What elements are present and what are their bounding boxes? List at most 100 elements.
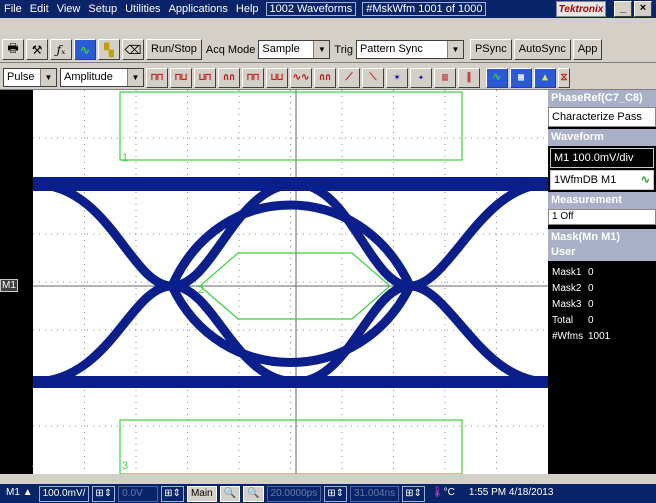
- pulse-mean-icon[interactable]: ⊓⊓: [242, 67, 264, 88]
- measurement-title: Measurement: [548, 192, 656, 209]
- status-position[interactable]: 20.0000ps: [266, 485, 322, 502]
- menu-utilities[interactable]: Utilities: [121, 3, 164, 15]
- zoom-view-icon[interactable]: ⧖: [558, 67, 570, 88]
- mask-row-total: Total 0: [548, 313, 656, 329]
- menu-edit[interactable]: Edit: [26, 3, 53, 15]
- waveform-view-icon[interactable]: ∿: [486, 67, 508, 88]
- menu-applications[interactable]: Applications: [165, 3, 232, 15]
- pulse-rms-icon[interactable]: ∿∿: [290, 67, 312, 88]
- mask-row-value: 0: [588, 267, 594, 278]
- zoom-in-icon[interactable]: 🔍: [219, 485, 241, 502]
- channel-marker[interactable]: M1: [0, 279, 18, 292]
- tools-icon[interactable]: ⚒: [26, 39, 48, 60]
- pulse-min-icon[interactable]: ⊔⊔: [266, 67, 288, 88]
- temp-unit: °C: [443, 486, 455, 498]
- mask-row-wfms: #Wfms 1001: [548, 329, 656, 345]
- right-panel: PhaseRef(C7_C8) Characterize Pass Wavefo…: [548, 90, 656, 474]
- position-spin-icon[interactable]: ⊞⇕: [324, 485, 348, 502]
- scale-spin-icon[interactable]: ⊞⇕: [92, 485, 116, 502]
- mask-row-1: Mask1 0: [548, 265, 656, 281]
- mask-waveform-count: #MskWfm 1001 of 1000: [362, 2, 487, 16]
- zoom-out-icon[interactable]: 🔍: [243, 485, 264, 502]
- histogram-icon[interactable]: ▥: [434, 67, 456, 88]
- trig-label: Trig: [334, 43, 353, 56]
- status-horiz[interactable]: 31.004ns: [350, 485, 400, 502]
- chevron-down-icon: ▼: [313, 41, 330, 58]
- eye-width-icon[interactable]: ✦: [410, 67, 432, 88]
- trig-select[interactable]: Pattern Sync ▼: [355, 40, 464, 59]
- menu-setup[interactable]: Setup: [84, 3, 121, 15]
- mask-user: User: [548, 246, 656, 261]
- wfmdb-label: 1WfmDB M1: [554, 174, 617, 186]
- pulse-value: Pulse: [7, 71, 35, 83]
- mask-row-label: Mask3: [552, 299, 582, 310]
- pulse-high-icon[interactable]: ⊓⊓: [146, 67, 168, 88]
- mask-row-2: Mask2 0: [548, 281, 656, 297]
- status-channel[interactable]: M1 ▲: [3, 486, 36, 502]
- main-timebase-button[interactable]: Main: [186, 485, 217, 502]
- eraser-icon[interactable]: ⌫: [122, 39, 144, 60]
- top-voltage-label: 500.0mV: [36, 98, 81, 110]
- mask-row-value: 0: [588, 315, 594, 326]
- acq-mode-select[interactable]: Sample ▼: [258, 40, 331, 59]
- print-icon[interactable]: 🖶: [2, 39, 24, 60]
- eye-diagram-graticule: [32, 90, 548, 474]
- mask-row-value: 0: [588, 299, 594, 310]
- waveform-count: 1002 Waveforms: [265, 2, 357, 16]
- mask-title: Mask(Mn M1): [548, 229, 656, 246]
- status-channel-label: M1: [6, 486, 20, 498]
- menu-file[interactable]: File: [0, 3, 26, 15]
- measurement-selector[interactable]: 1 Off: [548, 209, 656, 225]
- pulse-amplitude-icon[interactable]: ⊓⊔: [170, 67, 192, 88]
- mask-view-icon[interactable]: ▲: [534, 67, 556, 88]
- brand-logo: Tektronix: [556, 1, 606, 17]
- pulse-mid-icon[interactable]: ∩∩: [218, 67, 240, 88]
- measurement-view-icon[interactable]: ▦: [510, 67, 532, 88]
- chevron-down-icon: ▼: [127, 69, 143, 86]
- menu-help[interactable]: Help: [232, 3, 263, 15]
- mask-label-1: 1: [122, 152, 129, 164]
- chevron-down-icon: ▼: [446, 41, 463, 58]
- trig-value: Pattern Sync: [359, 43, 423, 55]
- psync-button[interactable]: PSync: [469, 39, 512, 60]
- status-datetime: 1:55 PM 4/18/2013: [468, 486, 554, 498]
- autosync-button[interactable]: AutoSync: [513, 39, 571, 60]
- mask-row-label: Mask1: [552, 267, 582, 278]
- app-button[interactable]: App: [572, 39, 603, 60]
- status-scale[interactable]: 100.0mV/: [38, 485, 90, 502]
- function-icon[interactable]: ƒₓ: [50, 39, 72, 60]
- pulse-rise-icon[interactable]: ⟋: [338, 67, 360, 88]
- chevron-down-icon: ▼: [40, 69, 56, 86]
- pulse-low-icon[interactable]: ⊔⊓: [194, 67, 216, 88]
- pulse-fall-icon[interactable]: ⟍: [362, 67, 384, 88]
- pulse-cycle-icon[interactable]: ∩∩: [314, 67, 336, 88]
- pulse-select[interactable]: Pulse ▼: [3, 68, 57, 87]
- thermometer-icon: 🌡: [430, 486, 444, 498]
- close-button[interactable]: ×: [634, 1, 652, 17]
- eye-diagram-icon[interactable]: ∿: [74, 39, 96, 60]
- status-offset[interactable]: 0.0V: [118, 485, 159, 502]
- waveform-display[interactable]: 500.0mV -500.0mV 20.00ps/div M1 1 2 3: [0, 90, 548, 474]
- temperature-indicator: 🌡°C: [428, 486, 458, 502]
- run-stop-button[interactable]: Run/Stop: [146, 39, 202, 60]
- mask-row-value: 1001: [588, 331, 611, 342]
- wfmdb-selector[interactable]: 1WfmDB M1 ∿: [550, 170, 654, 190]
- main-toolbar: 🖶 ⚒ ƒₓ ∿ ▚ ⌫ Run/Stop Acq Mode Sample ▼ …: [0, 37, 656, 63]
- amplitude-select[interactable]: Amplitude ▼: [60, 68, 144, 87]
- minimize-button[interactable]: _: [614, 1, 632, 17]
- waveform-scale[interactable]: M1 100.0mV/div: [550, 148, 654, 168]
- noise-icon[interactable]: ∥: [458, 67, 480, 88]
- mask-row-3: Mask3 0: [548, 297, 656, 313]
- waveform-icon: ∿: [640, 174, 650, 186]
- menu-view[interactable]: View: [53, 3, 85, 15]
- arrow-up-icon: ▲: [22, 486, 33, 498]
- jitter-icon[interactable]: ✶: [386, 67, 408, 88]
- mask-label-3: 3: [122, 460, 129, 472]
- horiz-spin-icon[interactable]: ⊞⇕: [402, 485, 425, 502]
- offset-spin-icon[interactable]: ⊞⇕: [161, 485, 184, 502]
- mask-row-label: #Wfms: [552, 331, 584, 342]
- status-bar: M1 ▲ 100.0mV/ ⊞⇕ 0.0V ⊞⇕ Main 🔍 🔍 20.000…: [0, 484, 656, 503]
- characterize-button[interactable]: Characterize Pass: [548, 107, 656, 127]
- mask-icon[interactable]: ▚: [98, 39, 120, 60]
- mask-row-value: 0: [588, 283, 594, 294]
